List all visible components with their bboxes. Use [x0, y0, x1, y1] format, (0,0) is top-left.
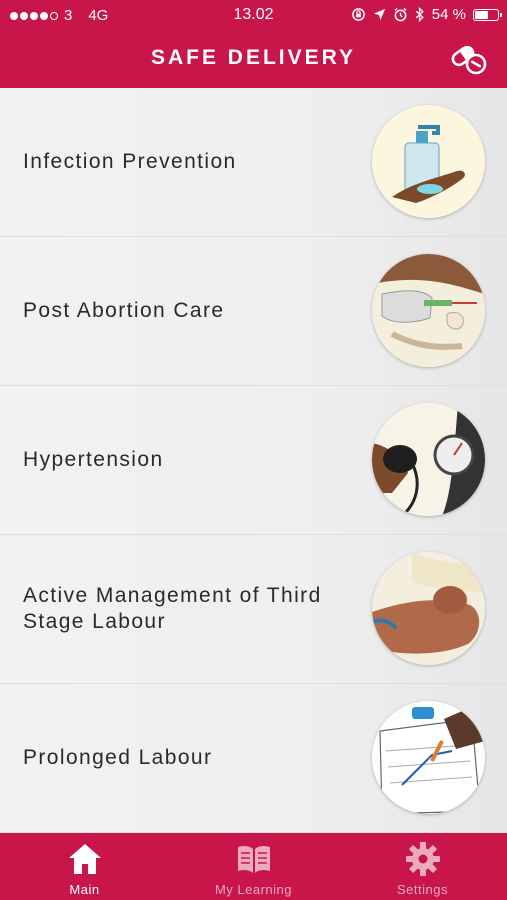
- module-label: Hypertension: [23, 448, 164, 471]
- location-arrow-icon: [373, 8, 385, 21]
- alarm-icon: [394, 7, 407, 22]
- module-row-hypertension[interactable]: Hypertension: [0, 386, 507, 535]
- tab-main[interactable]: Main: [0, 833, 169, 900]
- home-icon: [68, 844, 101, 874]
- module-label: Infection Prevention: [23, 150, 237, 173]
- module-list: Infection Prevention Post Abortion Care: [0, 88, 507, 833]
- tab-label: Main: [69, 882, 100, 897]
- newborn-image: [372, 552, 485, 665]
- gear-icon: [405, 842, 440, 876]
- tab-my-learning[interactable]: My Learning: [169, 833, 338, 900]
- module-row-prolonged-labour[interactable]: Prolonged Labour: [0, 684, 507, 833]
- post-abortion-care-image: [372, 254, 485, 367]
- module-row-active-management[interactable]: Active Management of Third Stage Labour: [0, 535, 507, 684]
- module-label: Prolonged Labour: [23, 746, 213, 769]
- status-right: 54 %: [351, 6, 502, 23]
- module-row-post-abortion-care[interactable]: Post Abortion Care: [0, 237, 507, 386]
- rotation-lock-icon: [351, 8, 365, 21]
- drugs-button[interactable]: [449, 41, 487, 75]
- tab-label: Settings: [397, 882, 448, 897]
- page-title: SAFE DELIVERY: [150, 46, 357, 69]
- nav-bar: SAFE DELIVERY: [0, 30, 507, 88]
- battery-icon: [473, 8, 502, 21]
- battery-percent: 54 %: [431, 6, 466, 23]
- tab-label: My Learning: [214, 882, 293, 897]
- module-label: Post Abortion Care: [23, 299, 225, 322]
- bluetooth-icon: [415, 7, 424, 22]
- module-row-infection-prevention[interactable]: Infection Prevention: [0, 88, 507, 237]
- partograph-image: [372, 701, 485, 814]
- status-bar: 3 4G 13.02 54 %: [0, 0, 507, 30]
- tab-settings[interactable]: Settings: [338, 833, 507, 900]
- module-label: Active Management of Third Stage Labour: [23, 584, 322, 633]
- book-icon: [237, 845, 270, 873]
- hand-sanitizer-image: [372, 105, 485, 218]
- pills-icon: [451, 45, 487, 75]
- blood-pressure-image: [372, 403, 485, 516]
- tab-bar: Main My Learning Settings: [0, 833, 507, 900]
